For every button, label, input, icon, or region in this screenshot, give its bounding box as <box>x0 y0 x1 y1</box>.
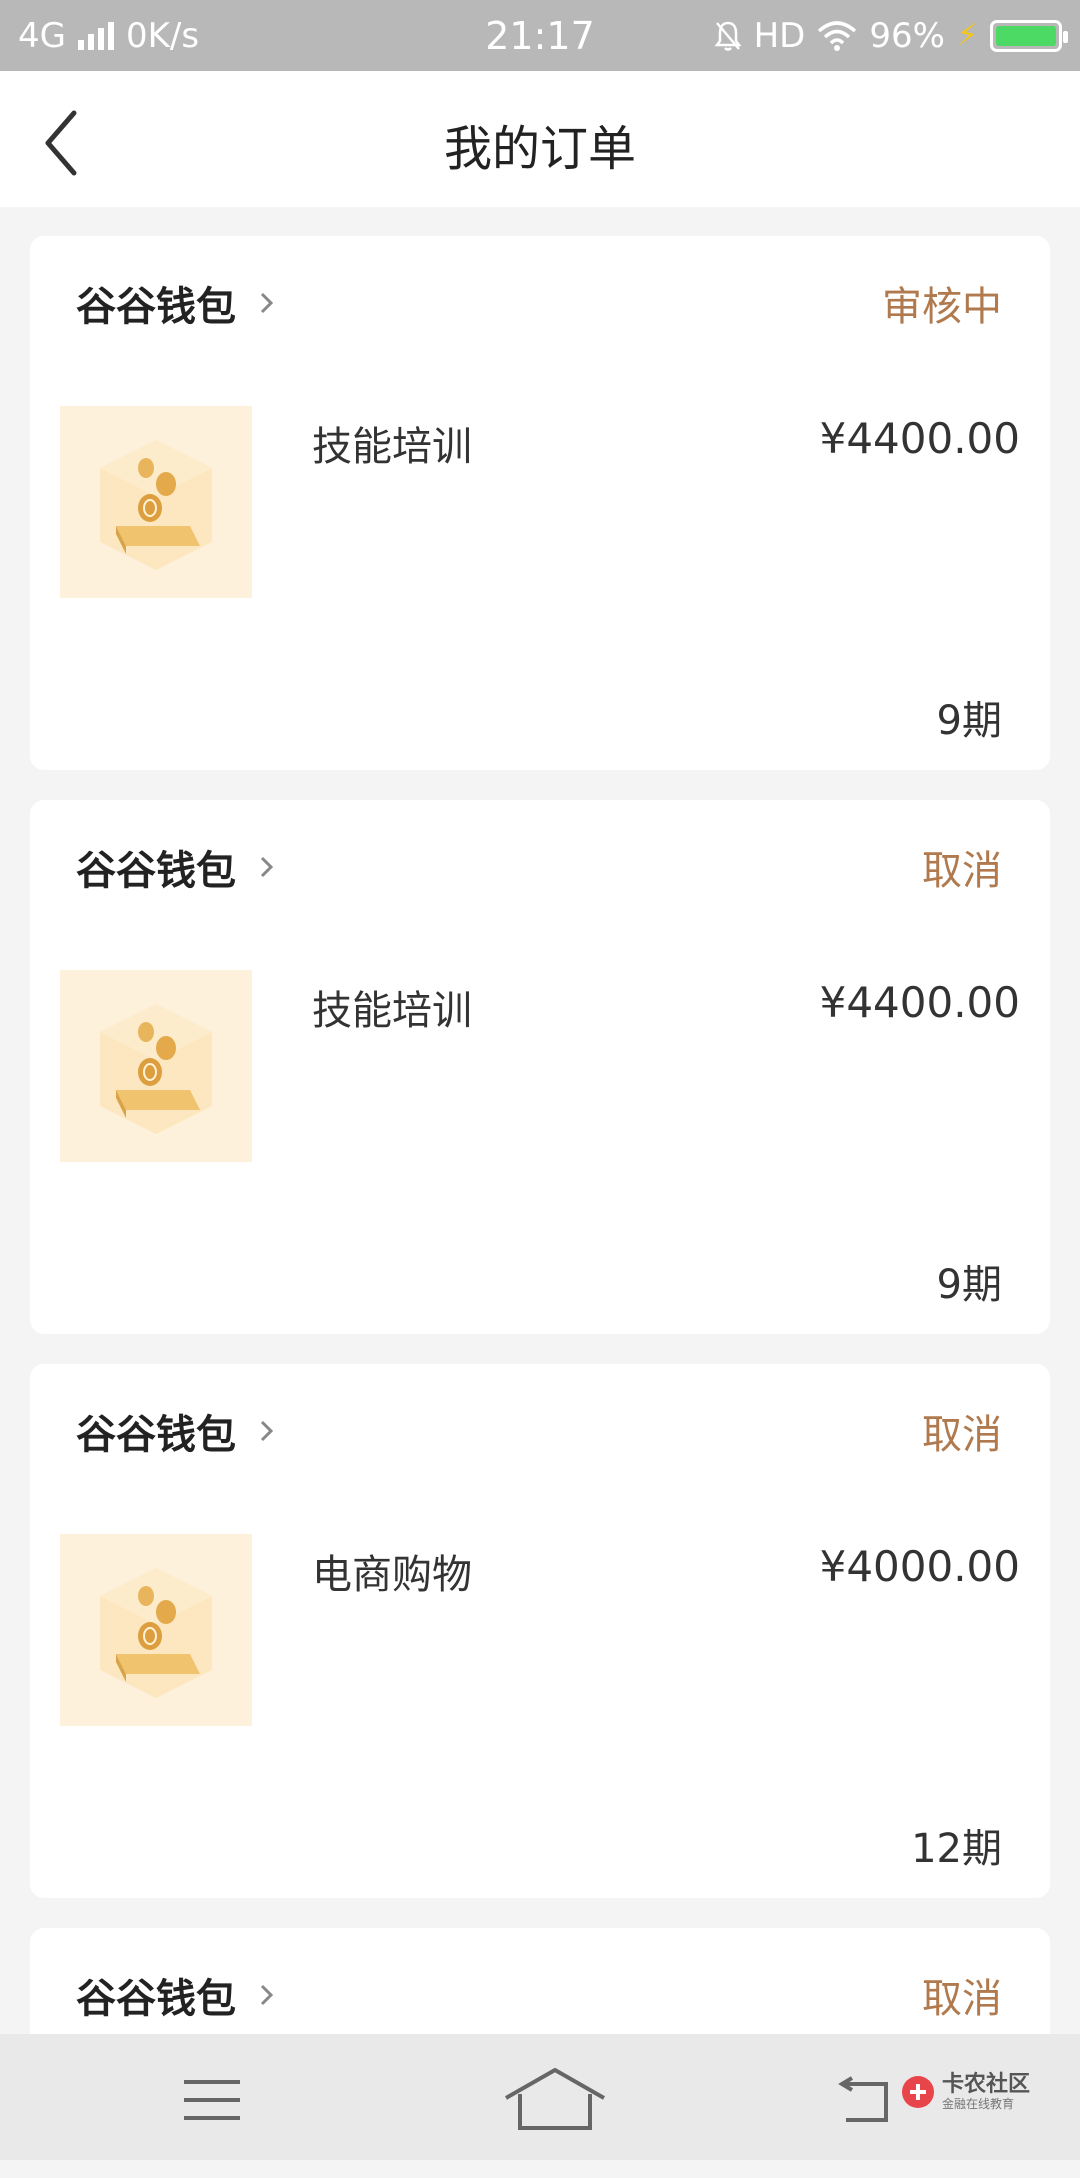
merchant-name: 谷谷钱包 <box>76 848 236 894</box>
merchant-name: 谷谷钱包 <box>76 284 236 330</box>
chevron-right-icon <box>260 1984 274 2006</box>
battery-icon <box>990 19 1068 52</box>
product-thumbnail <box>60 1534 252 1726</box>
order-card[interactable]: 谷谷钱包 取消 技能培训 ¥4400.00 9期 <box>30 800 1050 1334</box>
product-thumbnail <box>60 406 252 598</box>
system-nav-bar: 卡农社区 金融在线教育 <box>0 2034 1080 2160</box>
merchant-name: 谷谷钱包 <box>76 1412 236 1458</box>
hd-badge: HD <box>753 15 806 56</box>
kanong-logo-icon <box>902 2076 934 2108</box>
order-status: 审核中 <box>882 284 1002 330</box>
installment-period: 9期 <box>936 698 1002 744</box>
network-speed: 0K/s <box>125 15 200 56</box>
product-name: 技能培训 <box>312 424 472 470</box>
order-list: 谷谷钱包 审核中 技能培训 ¥4400.00 9期 谷谷钱包 取消 技能培训 ¥… <box>30 236 1050 2178</box>
home-icon[interactable] <box>500 2064 610 2134</box>
product-thumbnail <box>60 970 252 1162</box>
order-price: ¥4400.00 <box>819 978 1020 1027</box>
product-name: 技能培训 <box>312 988 472 1034</box>
order-status: 取消 <box>922 848 1002 894</box>
signal-icon <box>77 21 114 50</box>
order-status: 取消 <box>922 1412 1002 1458</box>
network-type: 4G <box>18 15 66 56</box>
mute-bell-icon <box>714 21 742 51</box>
status-bar: 4G 0K/s 21:17 HD 96% ⚡ <box>0 0 1080 71</box>
order-price: ¥4000.00 <box>819 1542 1020 1591</box>
watermark-subtitle: 金融在线教育 <box>942 2097 1015 2111</box>
merchant-link[interactable]: 谷谷钱包 <box>76 1402 280 1460</box>
watermark-title: 卡农社区 <box>942 2072 1031 2097</box>
order-price: ¥4400.00 <box>819 414 1020 463</box>
chevron-right-icon <box>260 856 274 878</box>
merchant-link[interactable]: 谷谷钱包 <box>76 838 280 896</box>
charging-icon: ⚡ <box>956 18 978 53</box>
watermark: 卡农社区 金融在线教育 <box>900 2074 1030 2110</box>
order-status: 取消 <box>922 1976 1002 2022</box>
merchant-link[interactable]: 谷谷钱包 <box>76 274 280 332</box>
order-card[interactable]: 谷谷钱包 审核中 技能培训 ¥4400.00 9期 <box>30 236 1050 770</box>
chevron-right-icon <box>260 292 274 314</box>
installment-period: 12期 <box>911 1826 1002 1872</box>
installment-period: 9期 <box>936 1262 1002 1308</box>
app-header: 我的订单 <box>0 71 1080 207</box>
merchant-name: 谷谷钱包 <box>76 1976 236 2022</box>
chevron-right-icon <box>260 1420 274 1442</box>
product-name: 电商购物 <box>312 1552 472 1598</box>
merchant-link[interactable]: 谷谷钱包 <box>76 1966 280 2024</box>
menu-icon[interactable] <box>176 2070 248 2130</box>
battery-percent: 96% <box>869 15 945 56</box>
order-card[interactable]: 谷谷钱包 取消 电商购物 ¥4000.00 12期 <box>30 1364 1050 1898</box>
wifi-icon <box>818 20 857 51</box>
back-nav-icon[interactable] <box>836 2068 896 2128</box>
page-title: 我的订单 <box>443 121 636 177</box>
